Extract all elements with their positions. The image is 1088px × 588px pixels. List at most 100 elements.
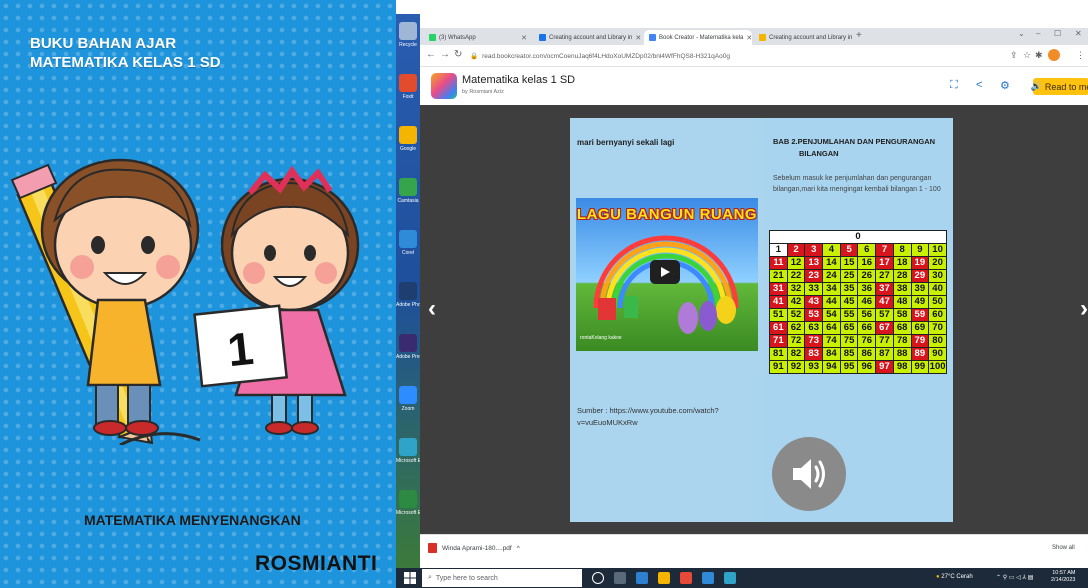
number-cell: 55 [839,308,859,322]
menu-icon[interactable]: ⋮ [1076,50,1085,61]
number-cell: 18 [892,256,912,270]
tab-creating-account-2[interactable]: Creating account and Library in ✕ [754,30,854,45]
url-field[interactable]: 🔒 read.bookcreator.com/ocmCoenuJaq6f4LHd… [470,49,975,63]
number-cell: 87 [875,347,894,361]
number-cell: 63 [804,321,824,335]
maximize-button[interactable]: ☐ [1054,29,1061,38]
clock-time: 10:57 AM [1052,570,1076,576]
number-cell: 57 [875,308,894,322]
girl-illustration [220,165,360,435]
source-link[interactable]: Sumber : https://www.youtube.com/watch?v… [577,405,757,429]
number-cell: 28 [892,269,912,283]
number-cell: 26 [857,269,877,283]
read-to-me-button[interactable]: 🔊 Read to me [1030,78,1088,95]
number-cell: 65 [839,321,859,335]
number-cell: 94 [822,360,841,374]
play-button-icon[interactable] [650,260,680,284]
next-page-arrow-icon[interactable]: › [1080,295,1088,323]
number-cell: 19 [910,256,930,270]
cover-card-number: 1 [225,322,256,376]
speaker-icon: 🔊 [1030,81,1042,91]
number-cell: 23 [804,269,824,283]
number-cell: 45 [839,295,859,309]
premiere-icon[interactable] [399,334,417,352]
mail-icon[interactable] [636,572,648,584]
address-bar: ← → ↻ 🔒 read.bookcreator.com/ocmCoenuJaq… [420,45,1088,67]
tab-whatsapp[interactable]: (3) WhatsApp ✕ [424,30,532,45]
new-tab-button[interactable]: + [856,30,862,41]
speaker-icon [793,459,825,489]
photoshop-icon[interactable] [399,282,417,300]
download-item[interactable]: Winda Aprami-180....pdf ^ [428,543,520,553]
fullscreen-icon[interactable]: ⛶ [950,79,958,92]
minimize-button[interactable]: – [1036,29,1040,38]
cover-subtitle: MATEMATIKA MENYENANGKAN [84,512,301,528]
extensions-icon[interactable]: ✱ [1035,50,1043,61]
number-cell: 29 [910,269,930,283]
close-icon[interactable]: ✕ [521,34,527,42]
number-cell: 78 [892,334,912,348]
book-header: Matematika kelas 1 SD by Rosmiani Aziz ⛶… [420,67,1088,105]
cortana-icon[interactable] [592,572,604,584]
edge-icon[interactable] [724,572,736,584]
forward-icon[interactable]: → [440,49,450,60]
lock-icon: 🔒 [470,53,479,60]
back-icon[interactable]: ← [426,49,436,60]
book-author: by Rosmiani Aziz [462,89,504,95]
reload-icon[interactable]: ↻ [454,49,462,60]
close-window-button[interactable]: ✕ [1075,29,1082,38]
chevron-up-icon[interactable]: ^ [517,545,520,552]
taskbar-search-box[interactable]: ⌕ Type here to search [422,569,582,587]
download-bar: Winda Aprami-180....pdf ^ Show all [420,534,1088,568]
number-cell: 84 [822,347,841,361]
desktop-icon-label: Microsoft Excel [396,510,420,516]
number-cell: 27 [875,269,894,283]
show-all-button[interactable]: Show all [1052,545,1075,551]
word-icon[interactable] [702,572,714,584]
left-page-heading: mari bernyanyi sekali lagi [577,138,675,147]
app-icon[interactable] [399,74,417,92]
book-creator-logo[interactable] [431,73,457,99]
audio-play-button[interactable] [772,437,846,511]
app-icon[interactable] [399,126,417,144]
desktop-icon-strip: Recycle Foxit Google Camtasia Corel Adobe Pho… [396,14,420,568]
number-cell: 39 [910,282,930,296]
excel-icon[interactable] [399,490,417,508]
bookmark-star-icon[interactable]: ☆ [1023,50,1031,61]
weather-text: 27°C Cerah [941,574,973,580]
number-cell: 62 [786,321,806,335]
number-cell: 52 [786,308,806,322]
edge-icon[interactable] [399,438,417,456]
video-embed[interactable]: LAGU BANGUN RUANG rontaKolang kakoe [576,198,758,351]
task-view-icon[interactable] [614,572,626,584]
system-tray-icons[interactable]: ⌃ ⚲ ▭ ◁ ⅄ ▤ [996,574,1033,581]
number-cell: 32 [786,282,806,296]
windows-start-icon[interactable] [404,572,416,584]
number-cell: 58 [892,308,912,322]
recycle-bin-icon[interactable] [399,22,417,40]
app-icon[interactable] [399,230,417,248]
previous-page-arrow-icon[interactable]: ‹ [428,295,436,323]
share-icon[interactable]: ⇪ [1010,50,1018,61]
tab-book-creator[interactable]: Book Creator - Matematika kela ✕ [644,30,752,45]
settings-gear-icon[interactable]: ⚙ [1000,79,1010,92]
number-cell: 50 [928,295,947,309]
number-cell: 80 [928,334,947,348]
tab-search-button[interactable]: ⌄ [1018,29,1025,38]
number-cell: 31 [769,282,788,296]
app-icon[interactable] [399,178,417,196]
chrome-icon[interactable] [680,572,692,584]
share-icon[interactable]: < [976,79,982,91]
clock[interactable]: 10:57 AM 2/14/2023 [1051,570,1075,584]
number-cell: 30 [928,269,947,283]
number-cell: 86 [857,347,877,361]
file-explorer-icon[interactable] [658,572,670,584]
zoom-icon[interactable] [399,386,417,404]
close-icon[interactable]: ✕ [746,34,752,42]
profile-avatar[interactable] [1048,49,1060,61]
tab-creating-account-1[interactable]: Creating account and Library in ✕ [534,30,642,45]
number-cell: 54 [822,308,841,322]
weather-widget[interactable]: ● 27°C Cerah [936,574,973,580]
close-icon[interactable]: ✕ [635,34,641,42]
number-table-row: 11 12 13 14 15 16 17 18 19 20 [769,256,947,270]
